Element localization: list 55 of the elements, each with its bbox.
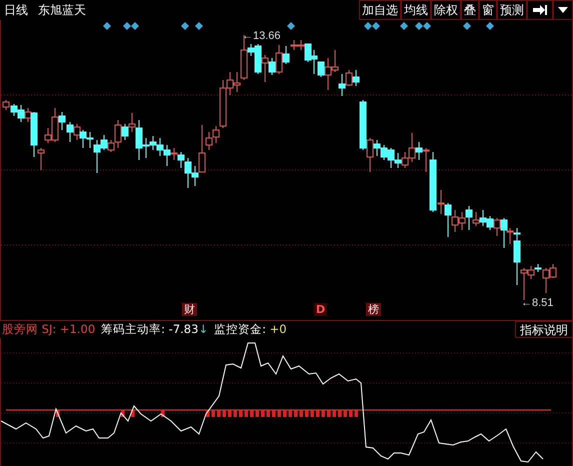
toolbar-button[interactable]: 窗 (479, 0, 497, 20)
indicator-reading: 筹码主动率: -7.83↓ (101, 322, 208, 337)
signal-bar (161, 410, 164, 417)
diamond-icon (486, 22, 494, 30)
toolbar-button[interactable]: 加自选 (359, 0, 401, 20)
signal-bar (332, 410, 336, 417)
signal-bar (338, 410, 342, 417)
signal-bar (239, 410, 242, 417)
arrow-to-bar-icon[interactable] (527, 0, 553, 20)
signal-bar (206, 410, 210, 417)
signal-bar (56, 410, 60, 417)
event-letter[interactable]: D (314, 303, 328, 316)
signal-bar (266, 410, 270, 417)
signal-bar (322, 410, 325, 417)
signal-bar (310, 410, 314, 417)
signal-bar (349, 410, 352, 417)
diamond-icon (287, 22, 295, 30)
signal-bar (305, 410, 308, 417)
signal-bar (272, 410, 276, 417)
signal-bar (283, 410, 286, 417)
indicator-help-button[interactable]: 指标说明 (515, 321, 573, 338)
signal-bar (212, 410, 215, 417)
indicator-reading: 监控资金: +0 (214, 322, 287, 337)
signal-bar (288, 410, 292, 417)
signal-bar (294, 410, 298, 417)
diamond-icon (463, 22, 471, 30)
diamond-icon (103, 22, 111, 30)
signal-bar (244, 410, 248, 417)
indicator-reading: 股旁网 SJ: +1.00 (2, 322, 96, 337)
signal-bar (234, 410, 237, 417)
toolbar-button[interactable]: 均线 (401, 0, 431, 20)
signal-bar (228, 410, 232, 417)
period-label[interactable]: 日线 (0, 2, 32, 18)
dropdown-caret-icon[interactable] (553, 0, 573, 20)
toolbar-button[interactable]: 叠 (461, 0, 479, 20)
signal-bar (261, 410, 264, 417)
signal-bar (217, 410, 220, 417)
event-badge[interactable]: 财 (182, 303, 197, 316)
signal-bar (256, 410, 259, 417)
low-price-label: ←8.51 (521, 297, 554, 309)
signal-bar (131, 410, 134, 417)
toolbar-button[interactable]: 预测 (497, 0, 527, 20)
signal-bar (300, 410, 303, 417)
signal-bar (121, 410, 124, 417)
signal-bar (344, 410, 347, 417)
high-price-label: ←13.66 (242, 30, 281, 42)
signal-bar (250, 410, 254, 417)
event-badge[interactable]: 榜 (366, 303, 381, 316)
signal-bar (316, 410, 320, 417)
signal-bar (327, 410, 330, 417)
stock-name: 东旭蓝天 (37, 2, 87, 18)
signal-bar (354, 410, 358, 417)
toolbar-button[interactable]: 除权 (431, 0, 461, 20)
signal-bar (222, 410, 226, 417)
signal-bar (278, 410, 281, 417)
